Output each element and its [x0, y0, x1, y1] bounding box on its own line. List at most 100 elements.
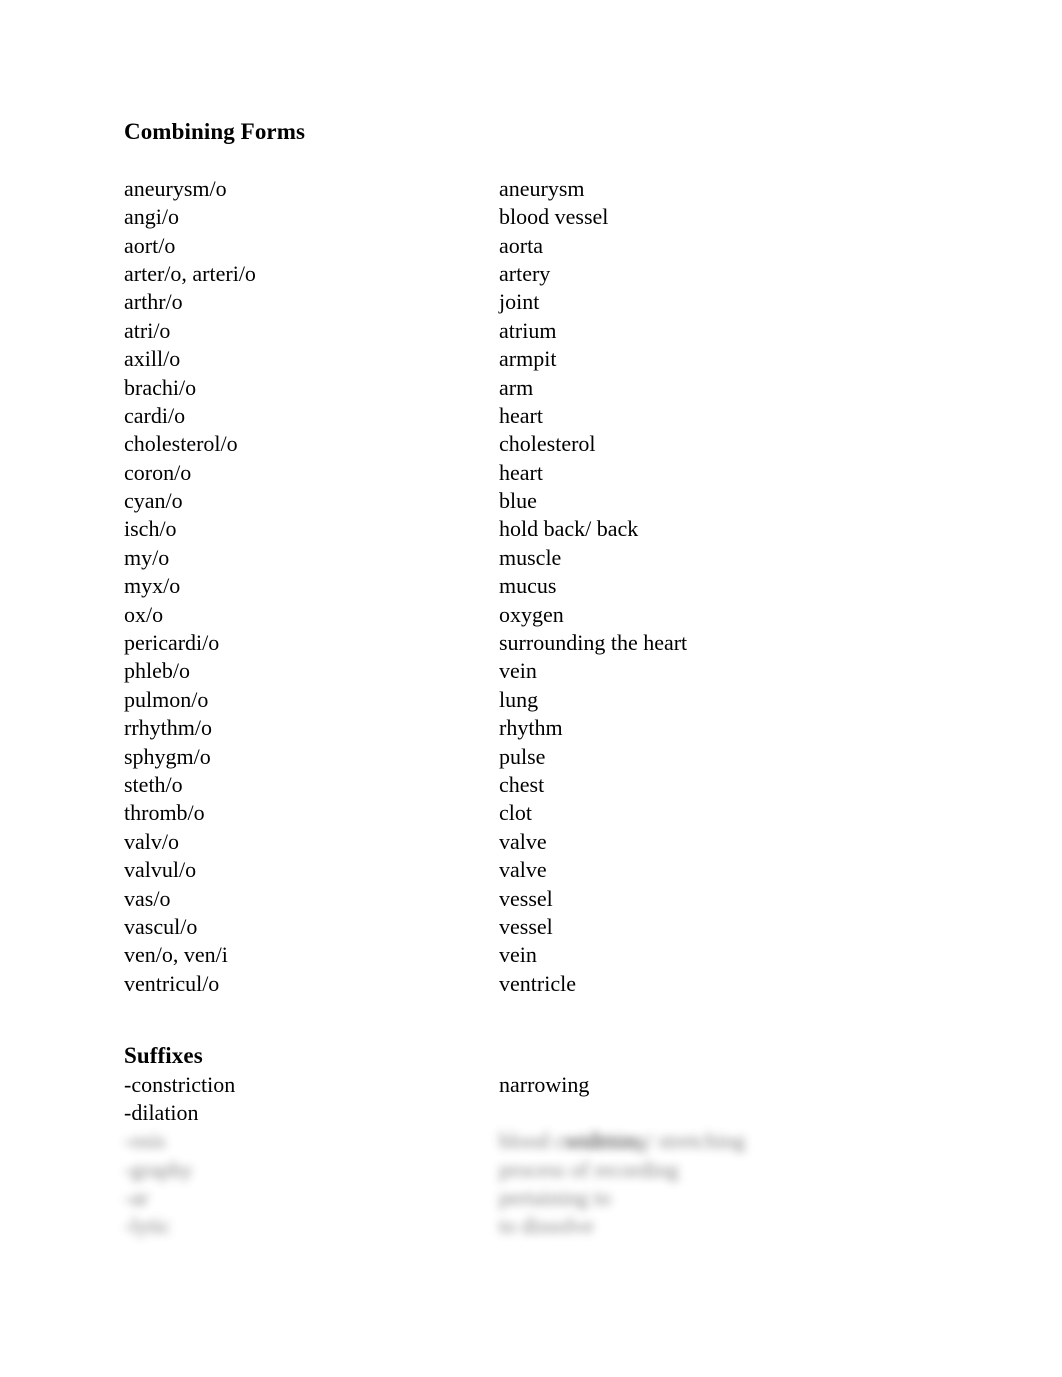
term-cell: atri/o: [124, 317, 171, 343]
term-cell: aort/o: [124, 232, 176, 258]
table-row: thromb/o clot: [124, 799, 944, 827]
table-row: ox/o oxygen: [124, 601, 944, 629]
term-cell: aneurysm/o: [124, 175, 227, 201]
table-row: ven/o, ven/i vein: [124, 941, 944, 969]
definition-cell: blue: [499, 488, 537, 514]
definition-cell: valve: [499, 828, 547, 854]
term-cell: pericardi/o: [124, 630, 220, 656]
redacted-definition: process of recording: [499, 1156, 679, 1182]
table-row: cardi/o heart: [124, 402, 944, 430]
term-cell: steth/o: [124, 772, 183, 797]
definition-cell: valve: [499, 857, 547, 883]
table-row-redacted: -ar pertaining to: [124, 1184, 944, 1212]
table-row: axill/o armpit: [124, 345, 944, 373]
table-row: -dilation widening/ stretching: [124, 1099, 944, 1153]
suffixes-section: Suffixes -constriction narrowing -dilati…: [124, 1042, 944, 1241]
term-cell: valvul/o: [124, 857, 197, 883]
table-row: aneurysm/o aneurysm: [124, 175, 944, 203]
table-row: cholesterol/o cholesterol: [124, 430, 944, 458]
table-row: isch/o hold back/ back: [124, 515, 944, 543]
term-cell: coron/o: [124, 459, 192, 485]
table-row: my/o muscle: [124, 544, 944, 572]
term-cell: axill/o: [124, 346, 181, 372]
table-row: arthr/o joint: [124, 288, 944, 316]
definition-cell: arm: [499, 374, 534, 400]
term-cell: brachi/o: [124, 374, 197, 400]
table-row: coron/o heart: [124, 459, 944, 487]
definition-cell: rhythm: [499, 715, 563, 741]
table-row-redacted: -lytic to dissolve: [124, 1212, 944, 1240]
table-row-redacted: -graphy process of recording: [124, 1156, 944, 1184]
definition-cell: chest: [499, 772, 545, 797]
suffixes-heading: Suffixes: [124, 1043, 203, 1069]
term-cell: ven/o, ven/i: [124, 942, 228, 968]
term-cell: vascul/o: [124, 913, 198, 939]
definition-cell: lung: [499, 686, 539, 712]
table-row: myx/o mucus: [124, 572, 944, 600]
term-cell-redacted: -graphy: [124, 1156, 499, 1184]
page-title: Combining Forms: [124, 119, 306, 144]
term-cell-redacted: -osis: [124, 1127, 499, 1155]
definition-cell: vein: [499, 942, 537, 968]
table-row: pulmon/o lung: [124, 686, 944, 714]
term-cell: sphygm/o: [124, 743, 211, 769]
table-row: valvul/o valve: [124, 856, 944, 884]
redacted-definition: to dissolve: [499, 1213, 594, 1239]
definition-cell: widening/ stretching: [499, 1099, 944, 1153]
term-cell: angi/o: [124, 204, 179, 230]
term-cell: vas/o: [124, 885, 171, 911]
table-row: angi/o blood vessel: [124, 203, 944, 231]
term-cell: arter/o, arteri/o: [124, 260, 256, 286]
definition-cell: heart: [499, 459, 543, 485]
term-cell: -constriction: [124, 1071, 236, 1097]
table-row: atri/o atrium: [124, 317, 944, 345]
definition-cell: ventricle: [499, 970, 576, 996]
table-row: aort/o aorta: [124, 232, 944, 260]
definition-cell: joint: [499, 289, 540, 315]
term-cell: -dilation: [124, 1099, 199, 1125]
redacted-term: -ar: [124, 1185, 149, 1211]
definition-cell: vessel: [499, 913, 553, 939]
term-cell-redacted: -lytic: [124, 1212, 499, 1240]
definition-cell: armpit: [499, 346, 557, 372]
term-cell: cholesterol/o: [124, 431, 238, 457]
definition-cell-redacted: blood condition: [499, 1127, 944, 1155]
table-row: cyan/o blue: [124, 487, 944, 515]
term-cell: my/o: [124, 544, 170, 570]
redacted-term: -graphy: [124, 1156, 193, 1182]
table-row: ventricul/o ventricle: [124, 970, 944, 998]
table-row: -constriction narrowing: [124, 1071, 944, 1099]
table-row: valv/o valve: [124, 828, 944, 856]
table-row: brachi/o arm: [124, 374, 944, 402]
definition-cell: vessel: [499, 885, 553, 911]
definition-cell: mucus: [499, 573, 557, 599]
table-row: sphygm/o pulse: [124, 743, 944, 771]
definition-cell: muscle: [499, 544, 562, 570]
definition-cell: atrium: [499, 317, 557, 343]
definition-cell: heart: [499, 402, 543, 428]
table-row-redacted: -osis blood condition: [124, 1127, 944, 1155]
table-row: steth/o chest: [124, 771, 944, 799]
suffixes-list: -constriction narrowing -dilation wideni…: [124, 1071, 944, 1241]
definition-cell: artery: [499, 260, 551, 286]
term-cell: cardi/o: [124, 402, 186, 428]
definition-cell: clot: [499, 800, 532, 826]
term-cell: pulmon/o: [124, 686, 209, 712]
definition-cell: aorta: [499, 232, 543, 258]
term-cell: ventricul/o: [124, 970, 220, 996]
definition-cell-redacted: process of recording: [499, 1156, 944, 1184]
definition-cell-redacted: pertaining to: [499, 1184, 944, 1212]
definition-cell: oxygen: [499, 601, 564, 627]
definition-cell: aneurysm: [499, 175, 585, 201]
redacted-term: -lytic: [124, 1213, 171, 1239]
table-row: vascul/o vessel: [124, 913, 944, 941]
term-cell: cyan/o: [124, 488, 183, 514]
table-row: vas/o vessel: [124, 885, 944, 913]
redacted-definition: pertaining to: [499, 1185, 611, 1211]
definition-cell: narrowing: [499, 1071, 590, 1097]
term-cell-redacted: -ar: [124, 1184, 499, 1212]
term-cell: valv/o: [124, 828, 179, 854]
definition-cell: hold back/ back: [499, 516, 639, 542]
document-content: Combining Forms aneurysm/o aneurysm angi…: [124, 118, 944, 1241]
combining-forms-list: aneurysm/o aneurysm angi/o blood vessel …: [124, 175, 944, 998]
